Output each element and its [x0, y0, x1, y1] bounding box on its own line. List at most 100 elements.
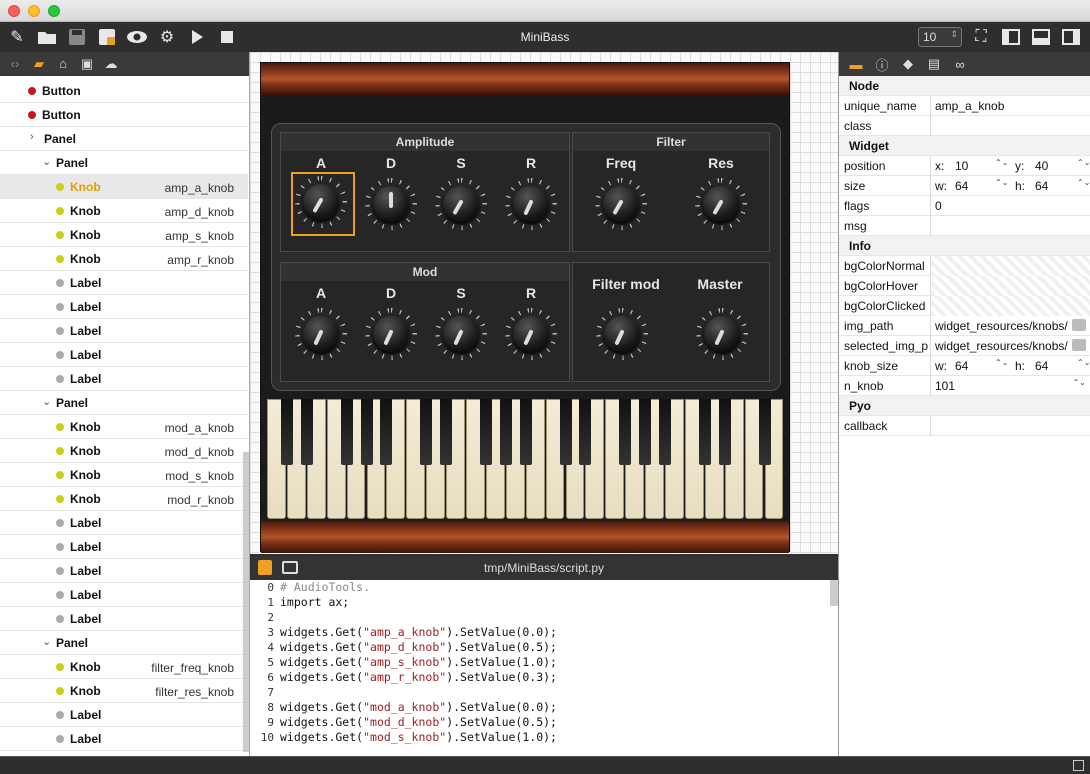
- tree-item-knob[interactable]: Knob mod_d_knob: [0, 439, 248, 463]
- graduation-cap-icon[interactable]: ◆: [899, 56, 917, 72]
- chevron-down-icon[interactable]: ⌄: [42, 395, 51, 408]
- tree-item-knob[interactable]: Knob mod_s_knob: [0, 463, 248, 487]
- folder-icon[interactable]: [36, 26, 58, 48]
- flags-field[interactable]: 0: [930, 196, 1090, 216]
- mod-a-knob[interactable]: [291, 304, 351, 364]
- tree-item-label[interactable]: Label: [0, 583, 248, 607]
- black-key[interactable]: [718, 399, 731, 465]
- tree-item-knob[interactable]: Knob amp_r_knob: [0, 247, 248, 271]
- code-area[interactable]: 0 # AudioTools. 1 import ax; 2 3 widgets.Get("…: [250, 580, 838, 745]
- close-window-button[interactable]: [8, 5, 20, 17]
- chevron-down-icon[interactable]: ⌄: [42, 155, 51, 168]
- filter-mod-knob[interactable]: [592, 304, 652, 364]
- tree-item-label[interactable]: Label: [0, 343, 248, 367]
- knob-w-input[interactable]: 64: [955, 359, 968, 373]
- bg-clicked-color[interactable]: [930, 296, 1090, 316]
- bg-normal-color[interactable]: [930, 256, 1090, 276]
- amp-s-knob[interactable]: [431, 174, 491, 234]
- info-icon[interactable]: ⓘ: [873, 55, 891, 74]
- master-knob[interactable]: [692, 304, 752, 364]
- pos-x-input[interactable]: 10: [955, 159, 968, 173]
- pos-y-input[interactable]: 40: [1035, 159, 1048, 173]
- n-knob-spin-icon[interactable]: ⌃⌄: [1073, 378, 1086, 387]
- pos-y-spin-icon[interactable]: ⌃⌄: [1077, 158, 1090, 167]
- black-key[interactable]: [499, 399, 512, 465]
- tree-item-panel[interactable]: ⌄ Panel: [0, 631, 248, 655]
- folder-icon[interactable]: [1072, 339, 1086, 351]
- briefcase-icon[interactable]: ▣: [78, 56, 96, 72]
- tag-icon[interactable]: ⌂: [54, 56, 72, 72]
- tree-item-label[interactable]: Label: [0, 703, 248, 727]
- black-key[interactable]: [280, 399, 293, 465]
- filter-freq-knob[interactable]: [591, 174, 651, 234]
- knob-h-spin-icon[interactable]: ⌃⌄: [1077, 358, 1090, 367]
- unique-name-field[interactable]: amp_a_knob: [930, 96, 1090, 116]
- black-key[interactable]: [758, 399, 771, 465]
- filter-res-knob[interactable]: [691, 174, 751, 234]
- black-key[interactable]: [659, 399, 671, 465]
- knob-h-input[interactable]: 64: [1035, 359, 1048, 373]
- tree-item-label[interactable]: Label: [0, 727, 248, 751]
- zoom-spinbox[interactable]: 10 ⇕: [918, 27, 962, 47]
- tree-item-panel[interactable]: ⌄ Panel: [0, 391, 248, 415]
- tree-item-label[interactable]: Label: [0, 295, 248, 319]
- knob-w-spin-icon[interactable]: ⌃⌄: [995, 358, 1008, 367]
- tree-item-knob[interactable]: Knob mod_a_knob: [0, 415, 248, 439]
- tree-item-label[interactable]: Label: [0, 559, 248, 583]
- black-key[interactable]: [559, 399, 572, 465]
- size-h-input[interactable]: 64: [1035, 179, 1048, 193]
- contact-icon[interactable]: ▤: [925, 56, 943, 72]
- play-icon[interactable]: [186, 26, 208, 48]
- zoom-window-button[interactable]: [48, 5, 60, 17]
- pos-x-spin-icon[interactable]: ⌃⌄: [995, 158, 1008, 167]
- bottom-panel-toggle-icon[interactable]: [1030, 26, 1052, 48]
- minimize-window-button[interactable]: [28, 5, 40, 17]
- black-key[interactable]: [440, 399, 453, 465]
- tree-item-knob[interactable]: Knob amp_s_knob: [0, 223, 248, 247]
- n-knob-field[interactable]: 101: [930, 376, 1090, 396]
- folder-icon[interactable]: ▰: [30, 56, 48, 72]
- tree-item-panel[interactable]: › Panel: [0, 127, 248, 151]
- black-key[interactable]: [300, 399, 313, 465]
- code-icon[interactable]: ‹›: [6, 56, 24, 72]
- amp-r-knob[interactable]: [501, 174, 561, 234]
- gear-icon[interactable]: ⚙: [156, 26, 178, 48]
- piano-keyboard[interactable]: [267, 399, 785, 521]
- save-as-icon[interactable]: [96, 26, 118, 48]
- size-w-spin-icon[interactable]: ⌃⌄: [995, 178, 1008, 187]
- save-icon[interactable]: [66, 26, 88, 48]
- black-key[interactable]: [340, 399, 353, 465]
- size-w-input[interactable]: 64: [955, 179, 968, 193]
- class-field[interactable]: [930, 116, 1090, 136]
- msg-field[interactable]: [930, 216, 1090, 236]
- tree-item-button[interactable]: Button: [0, 79, 248, 103]
- tree-item-label[interactable]: Label: [0, 511, 248, 535]
- tree-item-label[interactable]: Label: [0, 271, 248, 295]
- properties-icon[interactable]: ▬: [847, 57, 865, 72]
- black-key[interactable]: [380, 399, 393, 465]
- chevron-right-icon[interactable]: ›: [30, 131, 34, 143]
- folder-icon[interactable]: [1072, 319, 1086, 331]
- callback-field[interactable]: [930, 416, 1090, 436]
- tree-item-label[interactable]: Label: [0, 319, 248, 343]
- mod-s-knob[interactable]: [431, 304, 491, 364]
- tree-item-button[interactable]: Button: [0, 103, 248, 127]
- editor-scrollbar[interactable]: [830, 580, 838, 606]
- black-key[interactable]: [698, 399, 711, 465]
- eye-icon[interactable]: [126, 26, 148, 48]
- mod-d-knob[interactable]: [361, 304, 421, 364]
- tree-scrollbar[interactable]: [243, 452, 249, 752]
- black-key[interactable]: [519, 399, 532, 465]
- black-key[interactable]: [479, 399, 492, 465]
- tree-item-knob[interactable]: Knob amp_d_knob: [0, 199, 248, 223]
- design-canvas[interactable]: Amplitude Filter Mod A D S R Freq Res A …: [250, 52, 838, 554]
- chevron-down-icon[interactable]: ⌄: [42, 635, 51, 648]
- tree-item-knob[interactable]: Knob mod_r_knob: [0, 487, 248, 511]
- tree-item-label[interactable]: Label: [0, 535, 248, 559]
- bg-hover-color[interactable]: [930, 276, 1090, 296]
- black-key[interactable]: [420, 399, 433, 465]
- black-key[interactable]: [579, 399, 592, 465]
- img-path-field[interactable]: widget_resources/knobs/: [930, 316, 1070, 336]
- link-icon[interactable]: ∞: [951, 57, 969, 72]
- tree-item-label[interactable]: Label: [0, 367, 248, 391]
